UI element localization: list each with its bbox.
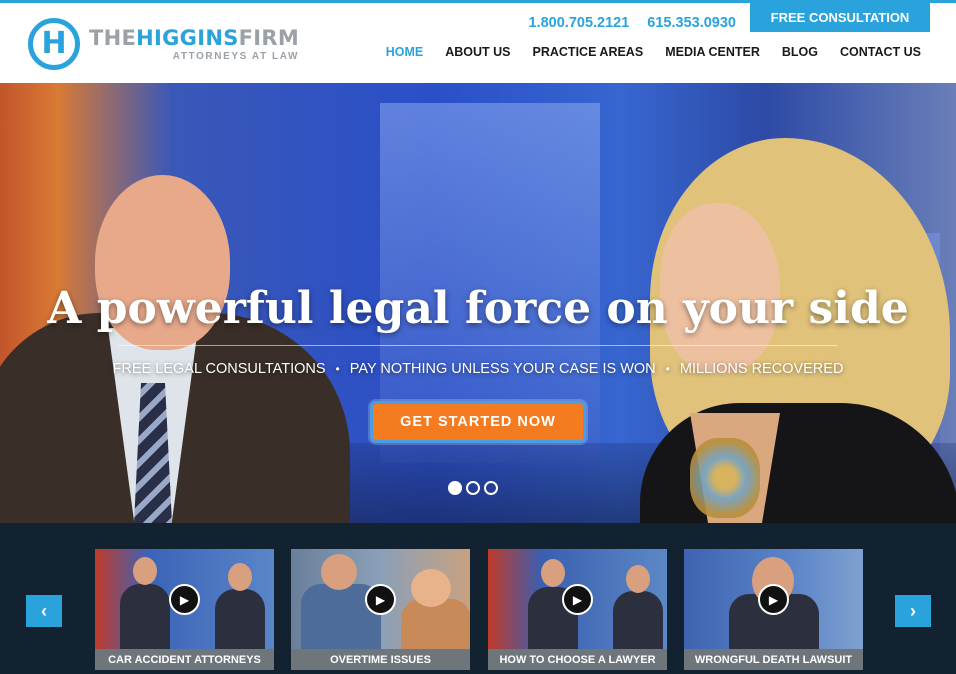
nav-about-us[interactable]: ABOUT US <box>445 45 510 59</box>
bullet-separator: • <box>665 362 670 376</box>
site-logo[interactable]: H THEHIGGINSFIRM ATTORNEYS AT LAW <box>28 18 299 70</box>
site-header: H THEHIGGINSFIRM ATTORNEYS AT LAW 1.800.… <box>0 3 956 83</box>
logo-h-icon: H <box>28 18 80 70</box>
hero-title: A powerful legal force on your side <box>47 283 909 334</box>
benefit-item: FREE LEGAL CONSULTATIONS <box>112 361 326 377</box>
free-consultation-button[interactable]: FREE CONSULTATION <box>750 3 930 32</box>
hero-divider <box>118 345 838 346</box>
hero-benefits: FREE LEGAL CONSULTATIONS • PAY NOTHING U… <box>0 361 956 377</box>
chevron-right-icon[interactable]: › <box>895 595 931 627</box>
play-icon: ▶ <box>169 584 200 615</box>
get-started-button[interactable]: GET STARTED NOW <box>370 401 586 443</box>
nav-media-center[interactable]: MEDIA CENTER <box>665 45 760 59</box>
nav-contact-us[interactable]: CONTACT US <box>840 45 921 59</box>
video-thumbnail[interactable]: ▶ HOW TO CHOOSE A LAWYER <box>488 549 667 670</box>
play-icon: ▶ <box>562 584 593 615</box>
play-icon: ▶ <box>758 584 789 615</box>
main-nav: HOME ABOUT US PRACTICE AREAS MEDIA CENTE… <box>364 45 921 59</box>
benefit-item: PAY NOTHING UNLESS YOUR CASE IS WON <box>349 361 656 377</box>
brand-tagline: ATTORNEYS AT LAW <box>172 50 300 62</box>
video-thumbnail[interactable]: ▶ WRONGFUL DEATH LAWSUIT <box>684 549 863 670</box>
bullet-separator: • <box>335 362 340 376</box>
chevron-left-icon[interactable]: ‹ <box>26 595 62 627</box>
nav-blog[interactable]: BLOG <box>782 45 818 59</box>
slider-dot[interactable] <box>466 481 480 495</box>
nav-practice-areas[interactable]: PRACTICE AREAS <box>533 45 644 59</box>
slider-pagination <box>448 481 498 495</box>
video-caption: WRONGFUL DEATH LAWSUIT <box>684 649 863 670</box>
phone-numbers: 1.800.705.2121 615.353.0930 <box>529 15 737 31</box>
video-caption: CAR ACCIDENT ATTORNEYS <box>95 649 274 670</box>
video-caption: OVERTIME ISSUES <box>291 649 470 670</box>
video-thumbnail[interactable]: ▶ CAR ACCIDENT ATTORNEYS <box>95 549 274 670</box>
slider-dot[interactable] <box>484 481 498 495</box>
brand-name: THEHIGGINSFIRM <box>89 25 300 50</box>
phone-link-local[interactable]: 615.353.0930 <box>647 15 736 31</box>
slider-dot[interactable] <box>448 481 462 495</box>
hero-slider: A powerful legal force on your side FREE… <box>0 83 956 523</box>
phone-link-tollfree[interactable]: 1.800.705.2121 <box>529 15 630 31</box>
benefit-item: MILLIONS RECOVERED <box>679 361 844 377</box>
play-icon: ▶ <box>365 584 396 615</box>
video-thumbnail[interactable]: ▶ OVERTIME ISSUES <box>291 549 470 670</box>
video-carousel: ‹ ▶ CAR ACCIDENT ATTORNEYS ▶ OVERTIME IS… <box>0 523 956 674</box>
video-caption: HOW TO CHOOSE A LAWYER <box>488 649 667 670</box>
nav-home[interactable]: HOME <box>386 45 424 59</box>
